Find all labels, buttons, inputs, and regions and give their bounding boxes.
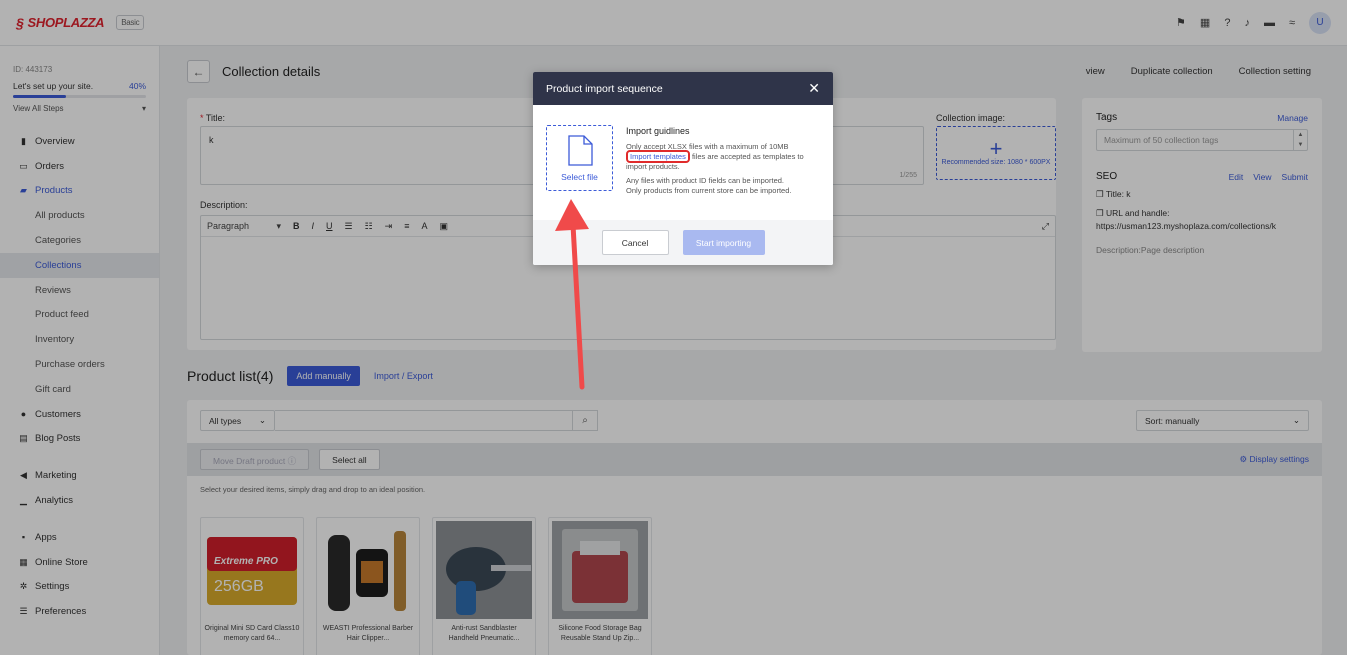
cancel-button[interactable]: Cancel xyxy=(601,230,669,255)
modal-header: Product import sequence ✕ xyxy=(533,72,833,105)
select-file-dropzone[interactable]: Select file xyxy=(546,125,613,191)
file-icon xyxy=(567,134,593,166)
start-importing-button[interactable]: Start importing xyxy=(682,230,765,255)
close-icon[interactable]: ✕ xyxy=(808,80,820,97)
annotation-arrow-icon xyxy=(555,199,589,390)
select-file-label: Select file xyxy=(561,171,598,182)
guideline-templates: Import templates files are accepted as t… xyxy=(626,150,804,171)
modal-title: Product import sequence xyxy=(546,82,663,95)
guideline-product-id: Any files with product ID fields can be … xyxy=(626,176,784,185)
guideline-current-store: Only products from current store can be … xyxy=(626,186,792,195)
import-guidelines: Import guidlines Only accept XLSX files … xyxy=(626,126,821,196)
guidelines-title: Import guidlines xyxy=(626,126,690,136)
